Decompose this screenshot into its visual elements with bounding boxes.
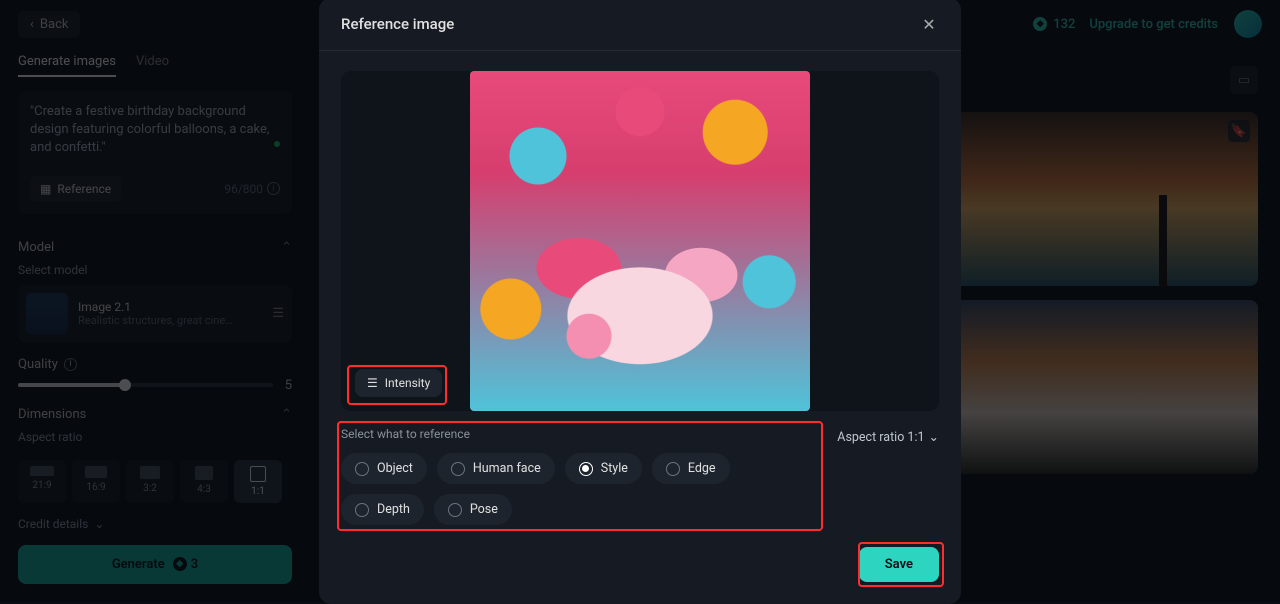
radio-icon [666,462,680,476]
ref-option-edge[interactable]: Edge [652,453,730,484]
ref-option-object[interactable]: Object [341,453,427,484]
radio-icon [355,503,369,517]
ref-option-style[interactable]: Style [565,453,642,484]
ref-option-label: Style [601,461,628,476]
chevron-down-icon: ⌄ [929,429,939,445]
reference-preview-image [470,71,810,411]
intensity-label: Intensity [385,376,431,390]
ref-option-label: Depth [377,502,410,517]
ref-option-label: Edge [688,461,716,476]
preview-area: ☰ Intensity [341,71,939,411]
intensity-button[interactable]: ☰ Intensity [355,369,442,397]
ref-option-pose[interactable]: Pose [434,494,512,525]
close-icon: ✕ [922,15,935,34]
ref-option-label: Human face [473,461,541,476]
radio-icon [355,462,369,476]
modal-overlay: Reference image ✕ ☰ Intensity Select wha… [0,0,1280,602]
select-reference-label: Select what to reference [341,427,819,441]
aspect-ratio-info[interactable]: Aspect ratio 1:1 ⌄ [837,427,939,445]
ref-option-label: Pose [470,502,498,517]
radio-icon [579,462,593,476]
reference-image-modal: Reference image ✕ ☰ Intensity Select wha… [319,0,961,604]
ref-option-human-face[interactable]: Human face [437,453,555,484]
ref-option-label: Object [377,461,413,476]
sliders-icon: ☰ [367,376,378,390]
close-button[interactable]: ✕ [919,14,939,34]
radio-icon [451,462,465,476]
save-button[interactable]: Save [859,547,939,582]
radio-icon [448,503,462,517]
modal-title: Reference image [341,15,454,33]
ref-option-depth[interactable]: Depth [341,494,424,525]
